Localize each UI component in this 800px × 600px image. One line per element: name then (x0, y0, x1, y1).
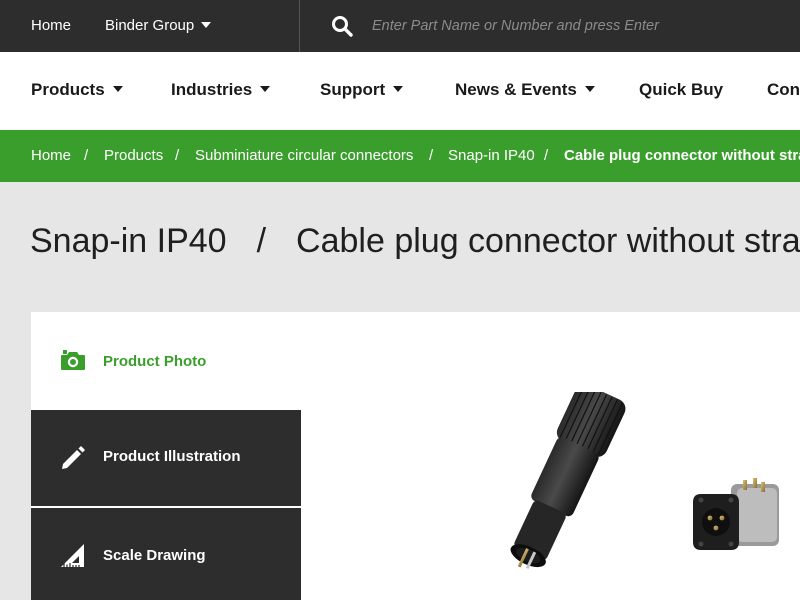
breadcrumb-products[interactable]: Products (104, 130, 163, 182)
tab-scale-drawing[interactable]: Scale Drawing (31, 508, 301, 600)
tab-label: Scale Drawing (103, 547, 206, 564)
nav-item-support[interactable]: Support (320, 52, 404, 130)
page-title-product: Cable plug connector without stra (296, 222, 800, 260)
binder-group-label: Binder Group (105, 17, 195, 34)
breadcrumb-separator: / (84, 147, 89, 164)
product-photo-image (510, 392, 779, 570)
camera-icon (61, 350, 85, 370)
binder-group-menu[interactable]: Binder Group (105, 0, 212, 52)
product-media-panel: Product Photo Product Illustration Scale… (31, 312, 800, 600)
nav-item-news-events[interactable]: News & Events (455, 52, 595, 130)
chevron-down-icon (260, 86, 271, 92)
ruler-triangle-icon (61, 544, 84, 567)
search-icon[interactable] (331, 15, 353, 37)
nav-item-industries[interactable]: Industries (171, 52, 271, 130)
breadcrumb-current: Cable plug connector without stra (564, 147, 800, 164)
nav-item-label: Support (320, 80, 386, 99)
chevron-down-icon (201, 22, 212, 28)
chevron-down-icon (393, 86, 404, 92)
nav-item-label: Products (31, 80, 105, 99)
nav-item-label: News & Events (455, 80, 577, 99)
breadcrumb-separator: / (544, 147, 549, 164)
breadcrumb-snap-in[interactable]: Snap-in IP40 (448, 130, 535, 182)
breadcrumb-separator: / (429, 147, 434, 164)
pencil-icon (62, 446, 85, 469)
topbar-divider (299, 0, 300, 52)
tab-product-photo[interactable]: Product Photo (31, 312, 301, 410)
nav-item-label: Cont (767, 80, 800, 99)
nav-item-quick-buy[interactable]: Quick Buy (639, 52, 723, 130)
nav-item-label: Quick Buy (639, 80, 724, 99)
chevron-down-icon (112, 86, 123, 92)
chevron-down-icon (584, 86, 595, 92)
tab-product-illustration[interactable]: Product Illustration (31, 410, 301, 506)
nav-item-label: Industries (171, 80, 253, 99)
breadcrumb-home[interactable]: Home (31, 130, 71, 182)
page-title: Snap-in IP40 / Cable plug connector withou… (30, 222, 800, 261)
top-bar: Home Binder Group (0, 0, 800, 52)
tab-label: Product Illustration (103, 448, 241, 465)
breadcrumb-subminiature[interactable]: Subminiature circular connectors (195, 130, 413, 182)
breadcrumb-separator: / (175, 147, 180, 164)
nav-item-contact[interactable]: Cont (767, 52, 800, 130)
page-title-separator: / (256, 222, 267, 260)
page-title-series: Snap-in IP40 (30, 222, 227, 260)
main-navigation: Products Industries Support News & Event… (0, 52, 800, 130)
nav-item-products[interactable]: Products (31, 52, 123, 130)
breadcrumb: Home / Products / Subminiature circular … (0, 130, 800, 182)
top-home-link[interactable]: Home (31, 0, 71, 52)
tab-label: Product Photo (103, 353, 207, 370)
search-input[interactable] (372, 12, 792, 40)
